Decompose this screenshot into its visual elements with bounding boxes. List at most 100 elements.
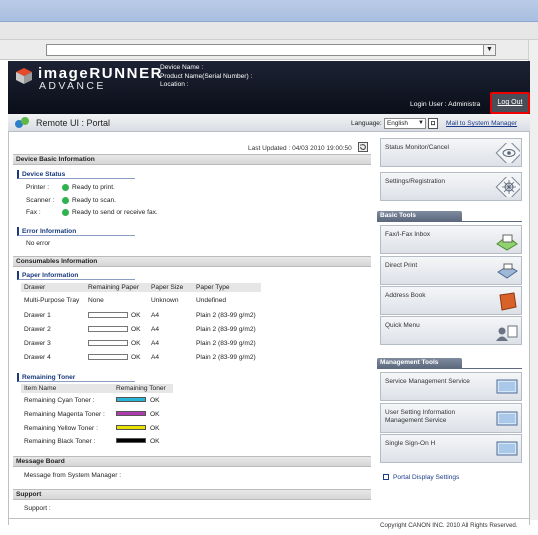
drawer-name: Drawer 2 bbox=[24, 326, 51, 333]
portal-icon bbox=[15, 117, 29, 128]
eye-icon bbox=[495, 143, 520, 163]
language-select[interactable]: English ▼ bbox=[384, 118, 426, 129]
language-label: Language: bbox=[351, 120, 382, 127]
settings-label: Settings/Registration bbox=[385, 178, 445, 185]
toner-level-bar-black bbox=[116, 438, 146, 443]
paper-remaining: OK bbox=[131, 340, 141, 347]
toner-name: Remaining Cyan Toner : bbox=[24, 397, 95, 404]
toner-level-bar-magenta bbox=[116, 411, 146, 416]
scanner-label: Scanner : bbox=[26, 197, 55, 204]
address-book-icon bbox=[499, 292, 517, 311]
user-setting-info-label: User Setting Information Management Serv… bbox=[385, 409, 456, 424]
chevron-down-icon: ▼ bbox=[418, 120, 424, 126]
paper-type: Plain 2 (83-99 g/m2) bbox=[196, 326, 256, 333]
col-paper-size: Paper Size bbox=[151, 284, 184, 291]
paper-remaining: OK bbox=[131, 354, 141, 361]
bullet-icon bbox=[383, 474, 389, 481]
toner-status: OK bbox=[150, 438, 160, 445]
toner-status: OK bbox=[150, 397, 160, 404]
drawer-name: Multi-Purpose Tray bbox=[24, 297, 80, 304]
paper-level-bar bbox=[88, 354, 128, 360]
status-monitor-label: Status Monitor/Cancel bbox=[385, 144, 449, 151]
scanner-status-dot bbox=[62, 197, 69, 204]
address-bar[interactable] bbox=[46, 44, 496, 56]
paper-remaining: OK bbox=[131, 312, 141, 319]
refresh-icon[interactable] bbox=[358, 142, 368, 152]
address-book-label: Address Book bbox=[385, 292, 426, 299]
col-remaining-paper: Remaining Paper bbox=[88, 284, 139, 291]
drawer-name: Drawer 3 bbox=[24, 340, 51, 347]
toner-level-bar-cyan bbox=[116, 397, 146, 402]
fax-status-dot bbox=[62, 209, 69, 216]
login-user: Login User : Administra bbox=[410, 101, 481, 108]
paper-size: A4 bbox=[151, 312, 160, 319]
toner-title: Remaining Toner bbox=[17, 373, 135, 382]
management-tools-divider bbox=[377, 368, 522, 369]
language-value: English bbox=[387, 120, 408, 127]
portal-display-settings-link[interactable]: Portal Display Settings bbox=[383, 474, 459, 481]
address-dropdown-button[interactable]: ▼ bbox=[483, 44, 496, 56]
error-text: No error bbox=[26, 240, 51, 247]
gear-icon bbox=[495, 177, 520, 197]
toner-name: Remaining Magenta Toner : bbox=[24, 411, 105, 418]
quick-menu-label: Quick Menu bbox=[385, 322, 420, 329]
browser-title-bar bbox=[0, 0, 538, 22]
paper-info-title: Paper Information bbox=[17, 271, 135, 280]
mail-to-manager-link[interactable]: Mail to System Manager bbox=[446, 120, 528, 127]
single-sign-on-icon bbox=[496, 441, 518, 456]
portal-display-label: Portal Display Settings bbox=[393, 474, 460, 481]
device-basic-info-header: Device Basic Information bbox=[13, 154, 371, 165]
copyright: Copyright CANON INC. 2010 All Rights Res… bbox=[380, 522, 518, 529]
support-header: Support bbox=[13, 489, 371, 500]
language-apply-icon[interactable] bbox=[428, 118, 438, 129]
logout-button[interactable]: Log Out bbox=[490, 92, 530, 114]
paper-size: Unknown bbox=[151, 297, 179, 304]
message-board-header: Message Board bbox=[13, 456, 371, 467]
single-sign-on-label: Single Sign-On H bbox=[385, 440, 436, 447]
footer-divider bbox=[8, 518, 530, 519]
paper-type: Plain 2 (83-99 g/m2) bbox=[196, 340, 256, 347]
paper-size: A4 bbox=[151, 326, 160, 333]
toner-status: OK bbox=[150, 425, 160, 432]
location-label: Location : bbox=[160, 81, 189, 88]
toner-name: Remaining Black Toner : bbox=[24, 438, 96, 445]
product-name-label: Product Name(Serial Number) : bbox=[160, 72, 253, 80]
device-name-label: Device Name : bbox=[160, 64, 204, 71]
fax-status: Ready to send or receive fax. bbox=[72, 209, 158, 216]
drawer-name: Drawer 4 bbox=[24, 354, 51, 361]
paper-level-bar bbox=[88, 312, 128, 318]
col-drawer: Drawer bbox=[24, 284, 46, 291]
quick-menu-icon bbox=[496, 325, 518, 341]
message-text: Message from System Manager : bbox=[24, 472, 122, 479]
printer-status: Ready to print. bbox=[72, 184, 115, 191]
fax-inbox-icon bbox=[496, 234, 518, 251]
toner-level-bar-yellow bbox=[116, 425, 146, 430]
canon-logo-icon bbox=[16, 68, 32, 84]
paper-size: A4 bbox=[151, 340, 160, 347]
paper-type: Plain 2 (83-99 g/m2) bbox=[196, 312, 256, 319]
consumables-header: Consumables Information bbox=[13, 256, 371, 267]
drawer-name: Drawer 1 bbox=[24, 312, 51, 319]
device-status-title: Device Status bbox=[17, 170, 135, 179]
management-tools-header: Management Tools bbox=[377, 358, 462, 368]
col-paper-type: Paper Type bbox=[196, 284, 230, 291]
paper-type: Undefined bbox=[196, 297, 227, 304]
brand-subtitle: ADVANCE bbox=[39, 80, 106, 92]
service-management-icon bbox=[496, 379, 518, 394]
last-updated: Last Updated : 04/03 2010 19:00:50 bbox=[248, 145, 352, 152]
page-title: Remote UI : Portal bbox=[36, 118, 111, 128]
printer-label: Printer : bbox=[26, 184, 50, 191]
scanner-status: Ready to scan. bbox=[72, 197, 116, 204]
paper-size: A4 bbox=[151, 354, 160, 361]
paper-remaining: OK bbox=[131, 326, 141, 333]
device-info: Device Name : Product Name(Serial Number… bbox=[160, 64, 252, 90]
paper-level-bar bbox=[88, 340, 128, 346]
col-item-name: Item Name bbox=[24, 385, 57, 392]
paper-type: Plain 2 (83-99 g/m2) bbox=[196, 354, 256, 361]
printer-icon bbox=[497, 263, 518, 279]
error-info-title: Error Information bbox=[17, 227, 135, 236]
user-setting-icon bbox=[496, 411, 518, 426]
col-remaining-toner: Remaining Toner bbox=[116, 385, 166, 392]
paper-level-bar bbox=[88, 326, 128, 332]
service-management-label: Service Management Service bbox=[385, 378, 470, 385]
